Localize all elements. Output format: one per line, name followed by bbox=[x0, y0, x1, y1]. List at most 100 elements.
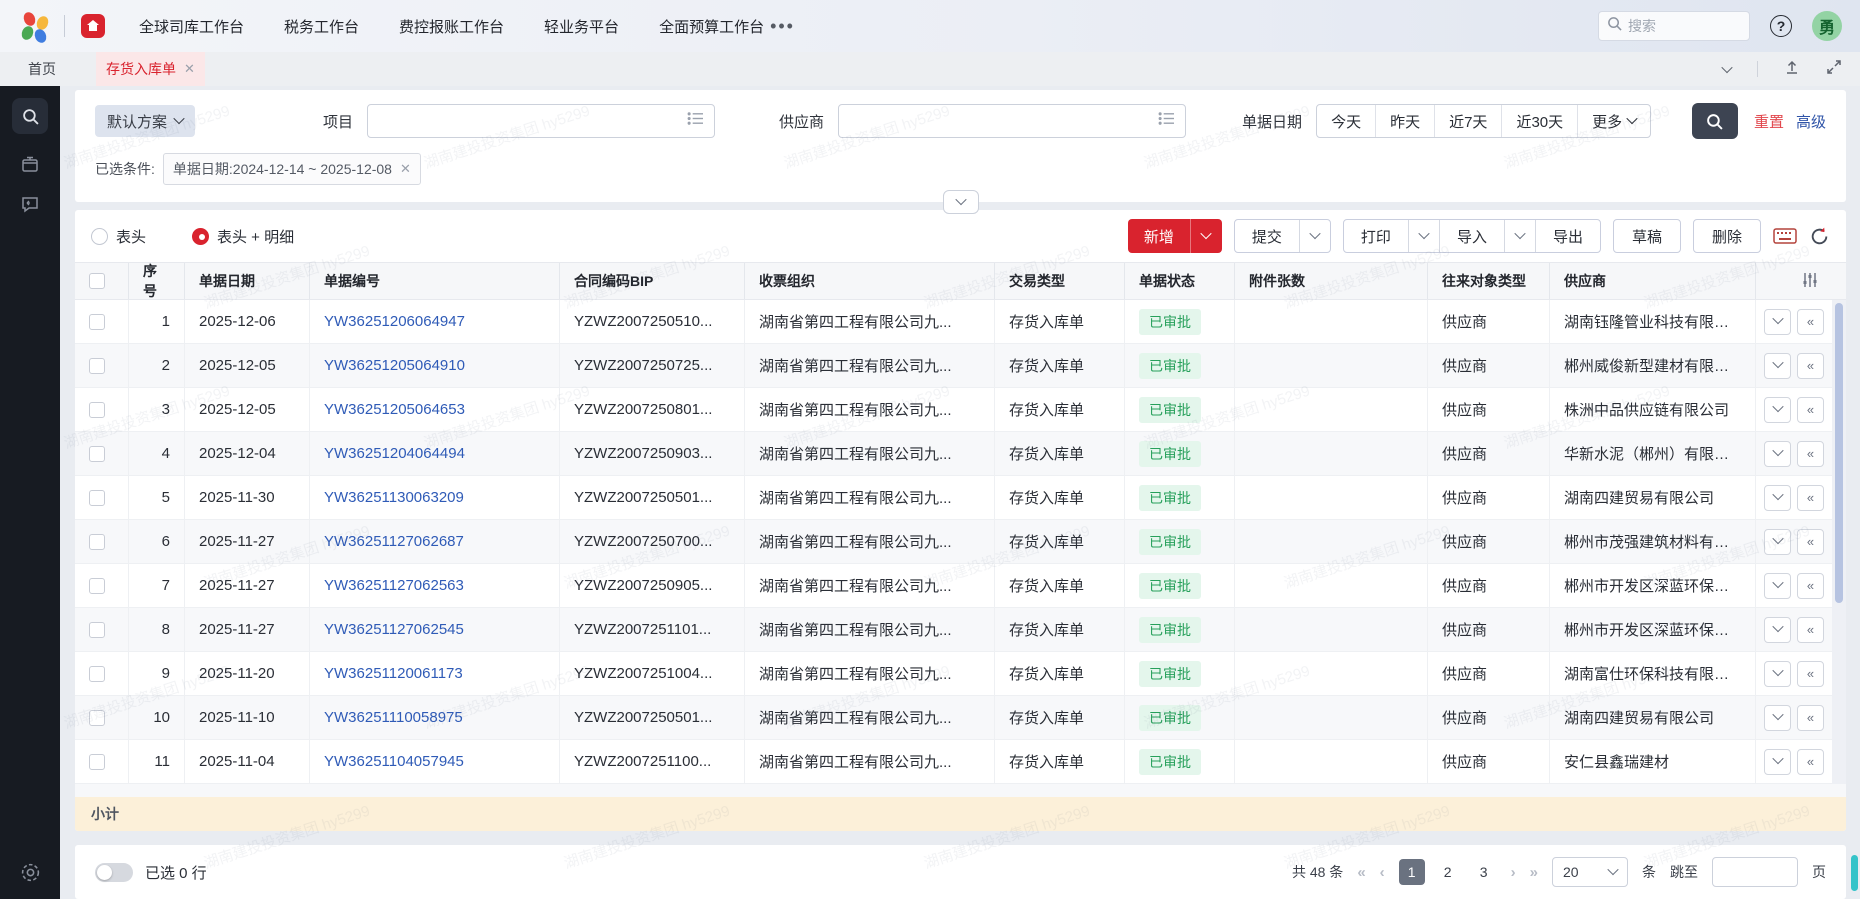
row-checkbox[interactable] bbox=[89, 402, 105, 418]
row-checkbox[interactable] bbox=[89, 358, 105, 374]
row-collapse-icon[interactable]: « bbox=[1797, 529, 1824, 555]
prev-page-icon[interactable]: ‹ bbox=[1380, 864, 1385, 881]
row-checkbox[interactable] bbox=[89, 666, 105, 682]
date-quick-3[interactable]: 近30天 bbox=[1502, 105, 1578, 137]
row-expand-icon[interactable] bbox=[1764, 397, 1791, 423]
page-number-2[interactable]: 2 bbox=[1435, 859, 1461, 885]
doc-no-link[interactable]: YW36251127062545 bbox=[324, 621, 464, 638]
nav-item-4[interactable]: 全面预算工作台 bbox=[659, 16, 764, 37]
nav-item-3[interactable]: 轻业务平台 bbox=[544, 16, 619, 37]
date-quick-0[interactable]: 今天 bbox=[1317, 105, 1376, 137]
date-quick-1[interactable]: 昨天 bbox=[1376, 105, 1435, 137]
sidebar-search-icon[interactable] bbox=[12, 98, 48, 134]
refresh-icon[interactable] bbox=[1809, 226, 1830, 247]
row-checkbox[interactable] bbox=[89, 622, 105, 638]
help-icon[interactable]: ? bbox=[1770, 15, 1792, 37]
select-all-checkbox[interactable] bbox=[89, 273, 105, 289]
row-checkbox[interactable] bbox=[89, 314, 105, 330]
nav-more-icon[interactable]: ••• bbox=[770, 16, 795, 37]
condition-tag-close-icon[interactable]: ✕ bbox=[400, 161, 411, 177]
first-page-icon[interactable]: « bbox=[1357, 864, 1365, 881]
delete-button[interactable]: 删除 bbox=[1693, 219, 1761, 253]
row-expand-icon[interactable] bbox=[1764, 353, 1791, 379]
tabs-collapse-icon[interactable] bbox=[1723, 60, 1731, 78]
row-checkbox[interactable] bbox=[89, 534, 105, 550]
project-input[interactable] bbox=[367, 104, 715, 138]
doc-no-link[interactable]: YW36251127062563 bbox=[324, 577, 464, 594]
view-mode-radio-1[interactable]: 表头 + 明细 bbox=[192, 226, 294, 247]
row-expand-icon[interactable] bbox=[1764, 573, 1791, 599]
row-collapse-icon[interactable]: « bbox=[1797, 441, 1824, 467]
row-collapse-icon[interactable]: « bbox=[1797, 705, 1824, 731]
selection-toggle[interactable] bbox=[95, 863, 133, 882]
doc-no-link[interactable]: YW36251205064653 bbox=[324, 401, 465, 418]
add-button[interactable]: 新增 bbox=[1128, 219, 1222, 253]
doc-no-link[interactable]: YW36251120061173 bbox=[324, 665, 463, 682]
row-collapse-icon[interactable]: « bbox=[1797, 353, 1824, 379]
date-more-button[interactable]: 更多 bbox=[1578, 105, 1650, 137]
row-collapse-icon[interactable]: « bbox=[1797, 485, 1824, 511]
row-collapse-icon[interactable]: « bbox=[1797, 661, 1824, 687]
doc-no-link[interactable]: YW36251206064947 bbox=[324, 313, 465, 330]
doc-no-link[interactable]: YW36251205064910 bbox=[324, 357, 465, 374]
jump-page-input[interactable] bbox=[1712, 857, 1798, 887]
feedback-icon[interactable] bbox=[20, 194, 40, 214]
archive-icon[interactable] bbox=[20, 154, 40, 174]
print-button[interactable]: 打印 bbox=[1344, 220, 1408, 252]
nav-item-2[interactable]: 费控报账工作台 bbox=[399, 16, 504, 37]
doc-no-link[interactable]: YW36251204064494 bbox=[324, 445, 465, 462]
tab-0[interactable]: 首页 bbox=[18, 52, 66, 86]
row-expand-icon[interactable] bbox=[1764, 749, 1791, 775]
row-expand-icon[interactable] bbox=[1764, 309, 1791, 335]
nav-item-1[interactable]: 税务工作台 bbox=[284, 16, 359, 37]
import-dropdown-icon[interactable] bbox=[1505, 220, 1535, 252]
global-search[interactable] bbox=[1598, 11, 1750, 41]
page-number-3[interactable]: 3 bbox=[1471, 859, 1497, 885]
print-dropdown-icon[interactable] bbox=[1409, 220, 1439, 252]
scheme-dropdown[interactable]: 默认方案 bbox=[95, 105, 195, 137]
page-size-select[interactable]: 20 bbox=[1552, 857, 1628, 887]
app-logo-icon[interactable] bbox=[18, 9, 52, 43]
tab-1[interactable]: 存货入库单✕ bbox=[96, 52, 205, 86]
home-icon[interactable] bbox=[81, 14, 105, 38]
tab-close-icon[interactable]: ✕ bbox=[184, 61, 195, 77]
nav-item-0[interactable]: 全球司库工作台 bbox=[139, 16, 244, 37]
radio-icon[interactable] bbox=[91, 228, 108, 245]
row-expand-icon[interactable] bbox=[1764, 705, 1791, 731]
row-expand-icon[interactable] bbox=[1764, 485, 1791, 511]
search-input[interactable] bbox=[1628, 18, 1728, 34]
draft-button[interactable]: 草稿 bbox=[1613, 219, 1681, 253]
date-quick-2[interactable]: 近7天 bbox=[1435, 105, 1502, 137]
list-select-icon[interactable] bbox=[687, 111, 704, 131]
row-collapse-icon[interactable]: « bbox=[1797, 573, 1824, 599]
doc-no-link[interactable]: YW36251127062687 bbox=[324, 533, 464, 550]
add-dropdown-icon[interactable] bbox=[1190, 219, 1222, 253]
row-collapse-icon[interactable]: « bbox=[1797, 617, 1824, 643]
row-collapse-icon[interactable]: « bbox=[1797, 397, 1824, 423]
row-collapse-icon[interactable]: « bbox=[1797, 309, 1824, 335]
row-checkbox[interactable] bbox=[89, 754, 105, 770]
filter-collapse-button[interactable] bbox=[943, 190, 979, 214]
fullscreen-icon[interactable] bbox=[1826, 59, 1842, 80]
column-settings-icon[interactable] bbox=[1802, 272, 1818, 291]
page-number-1[interactable]: 1 bbox=[1399, 859, 1425, 885]
supplier-input[interactable] bbox=[838, 104, 1186, 138]
row-expand-icon[interactable] bbox=[1764, 529, 1791, 555]
advanced-link[interactable]: 高级 bbox=[1796, 111, 1826, 132]
doc-no-link[interactable]: YW36251110058975 bbox=[324, 709, 463, 726]
query-button[interactable] bbox=[1692, 103, 1738, 139]
export-button[interactable]: 导出 bbox=[1536, 220, 1600, 252]
row-collapse-icon[interactable]: « bbox=[1797, 749, 1824, 775]
next-page-icon[interactable]: › bbox=[1511, 864, 1516, 881]
row-checkbox[interactable] bbox=[89, 490, 105, 506]
row-checkbox[interactable] bbox=[89, 446, 105, 462]
upload-icon[interactable] bbox=[1784, 59, 1800, 80]
submit-dropdown-icon[interactable] bbox=[1300, 220, 1330, 252]
row-expand-icon[interactable] bbox=[1764, 661, 1791, 687]
row-expand-icon[interactable] bbox=[1764, 617, 1791, 643]
reset-link[interactable]: 重置 bbox=[1754, 111, 1784, 132]
submit-button[interactable]: 提交 bbox=[1235, 220, 1299, 252]
settings-gear-icon[interactable] bbox=[20, 862, 41, 883]
keyboard-shortcuts-icon[interactable] bbox=[1773, 226, 1797, 246]
doc-no-link[interactable]: YW36251130063209 bbox=[324, 489, 464, 506]
